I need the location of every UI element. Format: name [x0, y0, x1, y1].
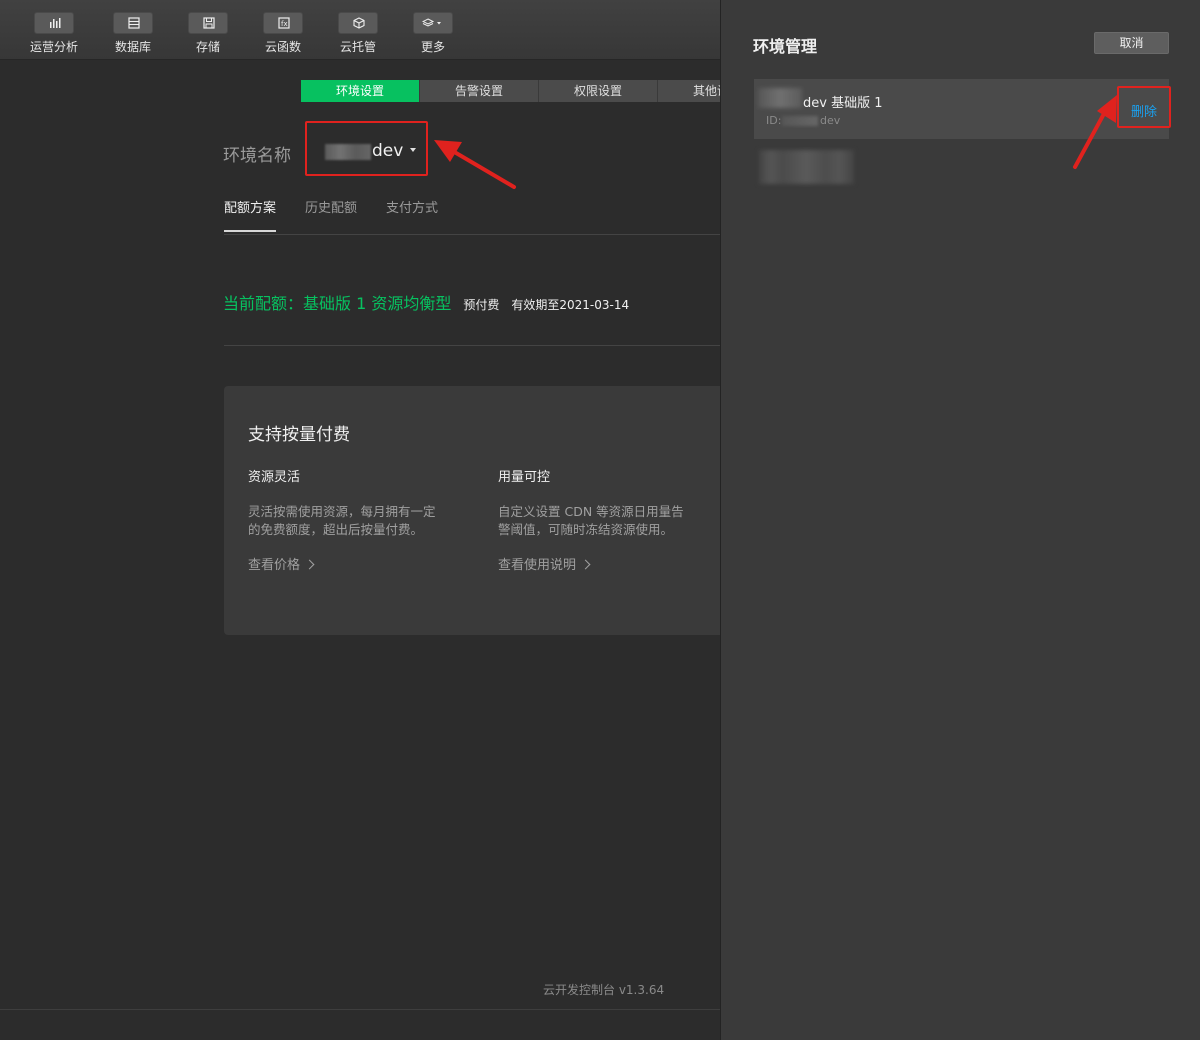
feature-description-line: 警阈值，可随时冻结资源使用。 [498, 522, 674, 537]
feature-controllable: 用量可控 自定义设置 CDN 等资源日用量告 警阈值，可随时冻结资源使用。 查看… [498, 466, 708, 573]
env-management-drawer: 环境管理 取消 dev 基础版 1 ID: dev 删除 [720, 0, 1200, 1040]
redacted-env-prefix [758, 88, 802, 108]
toolbar-more-label: 更多 [420, 40, 445, 54]
toolbar-analytics-label: 运营分析 [29, 40, 78, 54]
feature-title: 资源灵活 [248, 470, 301, 485]
env-id-label: ID: [766, 114, 782, 127]
console-version: 云开发控制台 v1.3.64 [543, 983, 665, 997]
view-usage-guide-link[interactable]: 查看使用说明 [498, 554, 589, 573]
toolbar-hosting-label: 云托管 [339, 40, 376, 54]
redacted-env-id [782, 116, 818, 126]
env-item-name: dev 基础版 1 [803, 96, 883, 111]
feature-description-line: 灵活按需使用资源，每月拥有一定 [248, 504, 436, 519]
feature-description-line: 的免费额度，超出后按量付费。 [248, 522, 424, 537]
toolbar-analytics-button[interactable]: 运营分析 [24, 12, 84, 55]
expiry-date: 有效期至2021-03-14 [511, 298, 630, 312]
subtab-quota-plan[interactable]: 配额方案 [224, 197, 277, 232]
divider [224, 234, 720, 235]
subtab-payment-method[interactable]: 支付方式 [386, 197, 438, 232]
function-icon: fx [263, 12, 303, 34]
card-title: 支持按量付费 [248, 425, 350, 445]
feature-description: 自定义设置 CDN 等资源日用量告 警阈值，可随时冻结资源使用。 [498, 503, 708, 539]
layers-icon [413, 12, 453, 34]
toolbar-functions-button[interactable]: fx 云函数 [253, 12, 313, 55]
delete-highlight-box: 删除 [1117, 86, 1171, 128]
tab-alarm-settings[interactable]: 告警设置 [420, 80, 539, 102]
svg-text:fx: fx [281, 20, 288, 28]
quota-subtabs: 配额方案 历史配额 支付方式 [224, 197, 467, 232]
feature-flexible: 资源灵活 灵活按需使用资源，每月拥有一定 的免费额度，超出后按量付费。 查看价格 [248, 466, 458, 573]
divider [224, 345, 720, 346]
current-quota-plan: 当前配额：基础版 1 资源均衡型 [223, 294, 452, 313]
feature-description-line: 自定义设置 CDN 等资源日用量告 [498, 504, 684, 519]
divider [0, 1009, 720, 1010]
arrow-to-env-select [434, 140, 516, 189]
save-icon [188, 12, 228, 34]
database-icon [113, 12, 153, 34]
cube-icon [338, 12, 378, 34]
top-toolbar: 运营分析 数据库 存储 fx 云函数 云托管 更多 [0, 0, 720, 60]
tab-env-settings[interactable]: 环境设置 [301, 80, 420, 102]
feature-description: 灵活按需使用资源，每月拥有一定 的免费额度，超出后按量付费。 [248, 503, 458, 539]
tab-other-settings[interactable]: 其他设置 [658, 80, 720, 102]
env-id-value: dev [820, 114, 841, 127]
current-quota: 当前配额：基础版 1 资源均衡型 预付费 有效期至2021-03-14 [223, 290, 629, 314]
cancel-button[interactable]: 取消 [1094, 32, 1169, 54]
redacted-env-item[interactable] [759, 150, 854, 184]
caret-down-icon [410, 148, 416, 152]
env-select-value: dev [372, 141, 404, 161]
bar-chart-icon [34, 12, 74, 34]
toolbar-more-button[interactable]: 更多 [403, 12, 463, 55]
subtab-quota-history[interactable]: 历史配额 [305, 197, 357, 232]
pay-as-you-go-card: 支持按量付费 资源灵活 灵活按需使用资源，每月拥有一定 的免费额度，超出后按量付… [224, 386, 720, 635]
tab-permission-settings[interactable]: 权限设置 [539, 80, 658, 102]
feature-title: 用量可控 [498, 470, 551, 485]
settings-tabs: 环境设置 告警设置 权限设置 其他设置 [301, 80, 720, 102]
toolbar-hosting-button[interactable]: 云托管 [328, 12, 388, 55]
payment-type: 预付费 [463, 298, 500, 312]
redacted-env-prefix [325, 144, 371, 160]
toolbar-storage-button[interactable]: 存储 [178, 12, 238, 55]
toolbar-storage-label: 存储 [195, 40, 220, 54]
toolbar-database-button[interactable]: 数据库 [103, 12, 163, 55]
toolbar-database-label: 数据库 [114, 40, 151, 54]
view-price-link[interactable]: 查看价格 [248, 554, 313, 573]
delete-button[interactable]: 删除 [1131, 101, 1157, 120]
env-select-dropdown[interactable]: dev [305, 121, 428, 176]
env-list-item[interactable]: dev 基础版 1 ID: dev [754, 79, 1169, 139]
toolbar-functions-label: 云函数 [264, 40, 301, 54]
drawer-title: 环境管理 [753, 37, 818, 56]
env-name-label: 环境名称 [223, 146, 291, 166]
